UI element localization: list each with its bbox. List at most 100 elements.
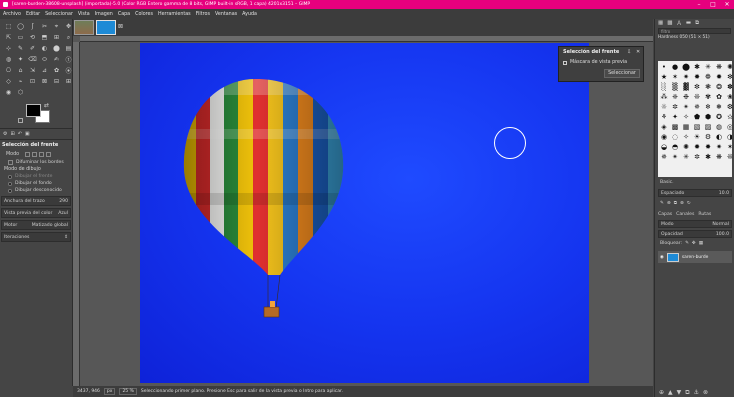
brush-preset-icon[interactable]: ❊ [692,92,702,101]
mode-intersect-icon[interactable] [46,152,52,157]
tool-button-icon[interactable]: ✥ [64,22,72,31]
brush-preset-icon[interactable]: ✶ [725,142,732,151]
brush-filter-input[interactable]: filtro [658,28,731,34]
tool-button-icon[interactable]: ⌕ [64,33,72,42]
brush-preset-icon[interactable]: ❆ [725,102,732,111]
brush-preset-icon[interactable]: ✲ [692,152,702,161]
close-button[interactable]: ✕ [720,0,734,9]
tool-button-icon[interactable]: ◍ [4,55,13,64]
tool-button-icon[interactable]: ⎔ [4,66,13,75]
tool-button-icon[interactable]: ⊠ [40,77,49,86]
close-image-icon[interactable]: ⊠ [118,23,123,30]
menu-imagen[interactable]: Imagen [95,12,113,17]
brush-preset-icon[interactable]: ❋ [714,152,724,161]
brush-preset-icon[interactable]: ✾ [703,92,713,101]
tool-button-icon[interactable]: ⬤ [52,44,61,53]
delete-brush-icon[interactable]: ⊗ [680,200,684,208]
images-tab-icon[interactable]: ▣ [25,131,30,137]
brush-preset-icon[interactable]: ⬟ [692,112,702,121]
opacity-value[interactable]: 100.0 [716,231,729,237]
undo-history-tab-icon[interactable]: ↶ [18,131,22,137]
spacing-value[interactable]: 10.0 [719,190,729,196]
brush-preset-icon[interactable]: ★ [659,72,669,81]
lock-alpha-icon[interactable]: ▦ [699,240,703,248]
feather-checkbox-box[interactable] [8,160,13,165]
delete-layer-icon[interactable]: ⊗ [703,389,708,396]
tab-rutas[interactable]: Rutas [698,212,711,217]
zoom-select[interactable]: 25 % [119,388,137,395]
image-tab-thumbnail[interactable] [74,20,94,35]
brush-preset-icon[interactable]: ✴ [670,152,680,161]
tool-button-icon[interactable]: ⦿ [64,66,72,75]
preview-color-value[interactable]: Azul [58,211,68,216]
draw-unknown-radio[interactable]: Dibujar desconocido [0,187,72,194]
brush-preset-icon[interactable]: ✵ [659,152,669,161]
minimize-button[interactable]: – [692,0,706,9]
menu-filtros[interactable]: Filtros [196,12,210,17]
new-layer-icon[interactable]: ⊕ [659,389,664,396]
tool-button-icon[interactable]: ✎ [16,44,25,53]
brush-preset-icon[interactable]: ⚙ [703,132,713,141]
brush-preset-icon[interactable]: ◓ [670,142,680,151]
iterations-field[interactable]: Iteraciones ⇕ [1,232,71,242]
brush-preset-icon[interactable]: ◒ [659,142,669,151]
brushes-tab-icon[interactable]: ▦ [658,20,663,26]
tool-button-icon[interactable]: ⬭ [40,55,49,64]
brush-preset-icon[interactable]: ✼ [692,82,702,91]
tool-button-icon[interactable]: ◇ [4,77,13,86]
brush-preset-icon[interactable]: ✹ [714,72,724,81]
brush-preset-icon[interactable]: ⚘ [659,112,669,121]
engine-value[interactable]: Matizado global [32,223,68,228]
menu-vista[interactable]: Vista [78,12,90,17]
brush-preset-icon[interactable]: ◐ [714,132,724,141]
mode-replace-icon[interactable] [25,152,31,157]
tool-button-icon[interactable]: ⇲ [28,66,37,75]
brush-preset-icon[interactable]: ✱ [703,152,713,161]
engine-select[interactable]: Motor Matizado global [1,220,71,230]
feather-edges-checkbox[interactable]: Difuminar los bordes [0,159,72,166]
patterns-tab-icon[interactable]: ▩ [667,20,672,26]
brush-preset-icon[interactable]: ✱ [692,62,702,71]
layer-item[interactable]: ◉ saren-burde [658,251,732,263]
radio-dot[interactable] [8,174,12,179]
brush-preset-icon[interactable]: ❅ [714,102,724,111]
brush-preset-icon[interactable]: ✪ [714,112,724,121]
brush-preset-icon[interactable]: ✻ [725,72,732,81]
raise-layer-icon[interactable]: ▲ [668,389,673,396]
brush-preset-icon[interactable]: ⬢ [703,112,713,121]
tool-button-icon[interactable]: ⌂ [16,66,25,75]
menu-editar[interactable]: Editar [26,12,40,17]
brush-preset-icon[interactable]: ◎ [725,122,732,131]
brush-preset-icon[interactable]: ⬤ [681,62,691,71]
brush-preset-icon[interactable]: ❃ [703,82,713,91]
brush-preset-icon[interactable]: ⁂ [659,92,669,101]
stroke-width-field[interactable]: Anchura del trazo 290 [1,196,71,206]
layer-visibility-eye-icon[interactable]: ◉ [660,255,664,260]
iterations-stepper-icon[interactable]: ⇕ [64,235,68,240]
brush-preset-icon[interactable]: ✹ [692,142,702,151]
layer-mode-select[interactable]: Modo Normal [658,220,732,228]
preview-color-select[interactable]: Vista previa del color Azul [1,208,71,218]
tool-button-icon[interactable]: ⓣ [64,55,72,64]
anchor-layer-icon[interactable]: ⚓ [694,389,699,396]
menu-ayuda[interactable]: Ayuda [242,12,257,17]
brush-preset-icon[interactable]: ✶ [670,72,680,81]
brush-preset-icon[interactable]: ▒ [670,82,680,91]
image-tab-thumbnail-active[interactable] [96,20,116,35]
tool-button-icon[interactable]: ✂ [40,22,49,31]
swap-colors-icon[interactable]: ⇄ [44,102,49,109]
menu-ventanas[interactable]: Ventanas [215,12,237,17]
reset-colors-icon[interactable] [18,118,23,123]
tool-button-icon[interactable]: ⬚ [4,22,13,31]
brush-preset-icon[interactable]: ✦ [670,112,680,121]
brush-preset-icon[interactable]: ◉ [659,132,669,141]
brush-preset-icon[interactable]: ✫ [725,112,732,121]
select-button[interactable]: Seleccionar [604,69,640,78]
lower-layer-icon[interactable]: ▼ [677,389,682,396]
tool-button-icon[interactable]: ✍ [52,55,61,64]
tool-button-icon[interactable]: ◯ [16,22,25,31]
tab-capas[interactable]: Capas [658,212,672,217]
brush-preset-icon[interactable]: • [659,62,669,71]
brush-preset-icon[interactable]: ❉ [681,92,691,101]
brush-preset-icon[interactable]: ✳ [681,152,691,161]
